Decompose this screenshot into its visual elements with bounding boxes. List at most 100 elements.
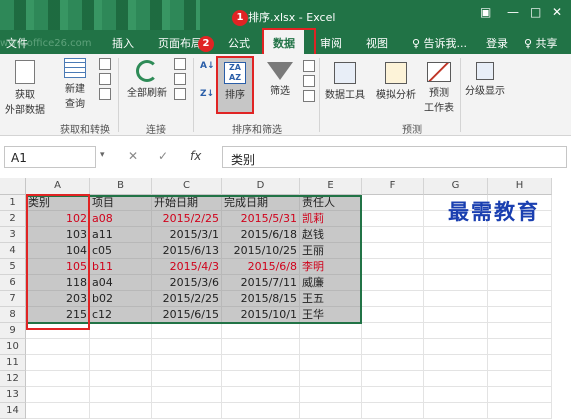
- cell-E12[interactable]: [300, 371, 362, 387]
- cell-F1[interactable]: [362, 195, 424, 211]
- row-header-13[interactable]: 13: [0, 387, 26, 403]
- tab-view[interactable]: 视图: [366, 35, 388, 51]
- cell-D4[interactable]: 2015/10/25: [222, 243, 300, 259]
- new-query-button[interactable]: 新建 查询: [58, 58, 92, 110]
- cell-H13[interactable]: [488, 387, 552, 403]
- cell-A12[interactable]: [26, 371, 90, 387]
- cell-H4[interactable]: [488, 243, 552, 259]
- cell-C9[interactable]: [152, 323, 222, 339]
- maximize-button[interactable]: □: [530, 5, 541, 19]
- cancel-icon[interactable]: ✕: [128, 149, 138, 163]
- cell-A3[interactable]: 103: [26, 227, 90, 243]
- cell-H6[interactable]: [488, 275, 552, 291]
- cell-E9[interactable]: [300, 323, 362, 339]
- cell-A11[interactable]: [26, 355, 90, 371]
- cell-A9[interactable]: [26, 323, 90, 339]
- cell-B3[interactable]: a11: [90, 227, 152, 243]
- refresh-all-button[interactable]: 全部刷新: [124, 60, 170, 99]
- cell-E4[interactable]: 王丽: [300, 243, 362, 259]
- cell-D2[interactable]: 2015/5/31: [222, 211, 300, 227]
- cell-H11[interactable]: [488, 355, 552, 371]
- cell-B7[interactable]: b02: [90, 291, 152, 307]
- cell-H9[interactable]: [488, 323, 552, 339]
- cell-F5[interactable]: [362, 259, 424, 275]
- cell-D6[interactable]: 2015/7/11: [222, 275, 300, 291]
- cell-F2[interactable]: [362, 211, 424, 227]
- tab-page-layout[interactable]: 页面布局: [158, 35, 202, 51]
- cell-C7[interactable]: 2015/2/25: [152, 291, 222, 307]
- cell-C6[interactable]: 2015/3/6: [152, 275, 222, 291]
- cell-D8[interactable]: 2015/10/1: [222, 307, 300, 323]
- show-queries-icon[interactable]: [97, 58, 113, 103]
- row-header-14[interactable]: 14: [0, 403, 26, 419]
- cell-D10[interactable]: [222, 339, 300, 355]
- cell-A14[interactable]: [26, 403, 90, 419]
- cell-C13[interactable]: [152, 387, 222, 403]
- cell-B8[interactable]: c12: [90, 307, 152, 323]
- cell-E14[interactable]: [300, 403, 362, 419]
- column-header-A[interactable]: A: [26, 178, 90, 195]
- cell-F10[interactable]: [362, 339, 424, 355]
- cell-D13[interactable]: [222, 387, 300, 403]
- cell-A1[interactable]: 类别: [26, 195, 90, 211]
- cell-D14[interactable]: [222, 403, 300, 419]
- cell-C3[interactable]: 2015/3/1: [152, 227, 222, 243]
- cell-G12[interactable]: [424, 371, 488, 387]
- cell-B5[interactable]: b11: [90, 259, 152, 275]
- cell-A2[interactable]: 102: [26, 211, 90, 227]
- cell-C12[interactable]: [152, 371, 222, 387]
- close-button[interactable]: ✕: [552, 5, 562, 19]
- cell-C5[interactable]: 2015/4/3: [152, 259, 222, 275]
- data-tools-button[interactable]: 数据工具: [322, 62, 368, 101]
- column-header-F[interactable]: F: [362, 178, 424, 195]
- cell-G6[interactable]: [424, 275, 488, 291]
- share-button[interactable]: ♀ 共享: [524, 35, 558, 51]
- tab-review[interactable]: 审阅: [320, 35, 342, 51]
- cell-F4[interactable]: [362, 243, 424, 259]
- row-header-1[interactable]: 1: [0, 195, 26, 211]
- cell-G13[interactable]: [424, 387, 488, 403]
- cell-H8[interactable]: [488, 307, 552, 323]
- enter-icon[interactable]: ✓: [158, 149, 168, 163]
- row-header-8[interactable]: 8: [0, 307, 26, 323]
- tab-formulas[interactable]: 公式: [228, 35, 250, 51]
- cell-B1[interactable]: 项目: [90, 195, 152, 211]
- cell-D7[interactable]: 2015/8/15: [222, 291, 300, 307]
- cell-E7[interactable]: 王五: [300, 291, 362, 307]
- cell-C14[interactable]: [152, 403, 222, 419]
- cell-H12[interactable]: [488, 371, 552, 387]
- row-header-9[interactable]: 9: [0, 323, 26, 339]
- cell-F8[interactable]: [362, 307, 424, 323]
- cell-G3[interactable]: [424, 227, 488, 243]
- cell-A7[interactable]: 203: [26, 291, 90, 307]
- select-all-corner[interactable]: [0, 178, 26, 195]
- column-header-G[interactable]: G: [424, 178, 488, 195]
- cell-C2[interactable]: 2015/2/25: [152, 211, 222, 227]
- cell-E11[interactable]: [300, 355, 362, 371]
- sign-in-link[interactable]: 登录: [486, 35, 508, 51]
- cell-F14[interactable]: [362, 403, 424, 419]
- get-external-data-button[interactable]: 获取 外部数据: [4, 60, 46, 116]
- cell-C4[interactable]: 2015/6/13: [152, 243, 222, 259]
- cell-E10[interactable]: [300, 339, 362, 355]
- column-header-D[interactable]: D: [222, 178, 300, 195]
- cell-B6[interactable]: a04: [90, 275, 152, 291]
- cell-G8[interactable]: [424, 307, 488, 323]
- row-header-11[interactable]: 11: [0, 355, 26, 371]
- minimize-button[interactable]: —: [507, 5, 519, 19]
- cell-A6[interactable]: 118: [26, 275, 90, 291]
- column-header-H[interactable]: H: [488, 178, 552, 195]
- name-box[interactable]: A1: [4, 146, 96, 168]
- tell-me-search[interactable]: ♀ 告诉我...: [412, 35, 467, 51]
- cell-C10[interactable]: [152, 339, 222, 355]
- cell-F6[interactable]: [362, 275, 424, 291]
- cell-E6[interactable]: 威廉: [300, 275, 362, 291]
- cell-F11[interactable]: [362, 355, 424, 371]
- cell-G14[interactable]: [424, 403, 488, 419]
- cell-E5[interactable]: 李明: [300, 259, 362, 275]
- column-header-C[interactable]: C: [152, 178, 222, 195]
- cell-A4[interactable]: 104: [26, 243, 90, 259]
- name-box-dropdown-icon[interactable]: ▾: [100, 150, 105, 160]
- cell-B4[interactable]: c05: [90, 243, 152, 259]
- row-header-10[interactable]: 10: [0, 339, 26, 355]
